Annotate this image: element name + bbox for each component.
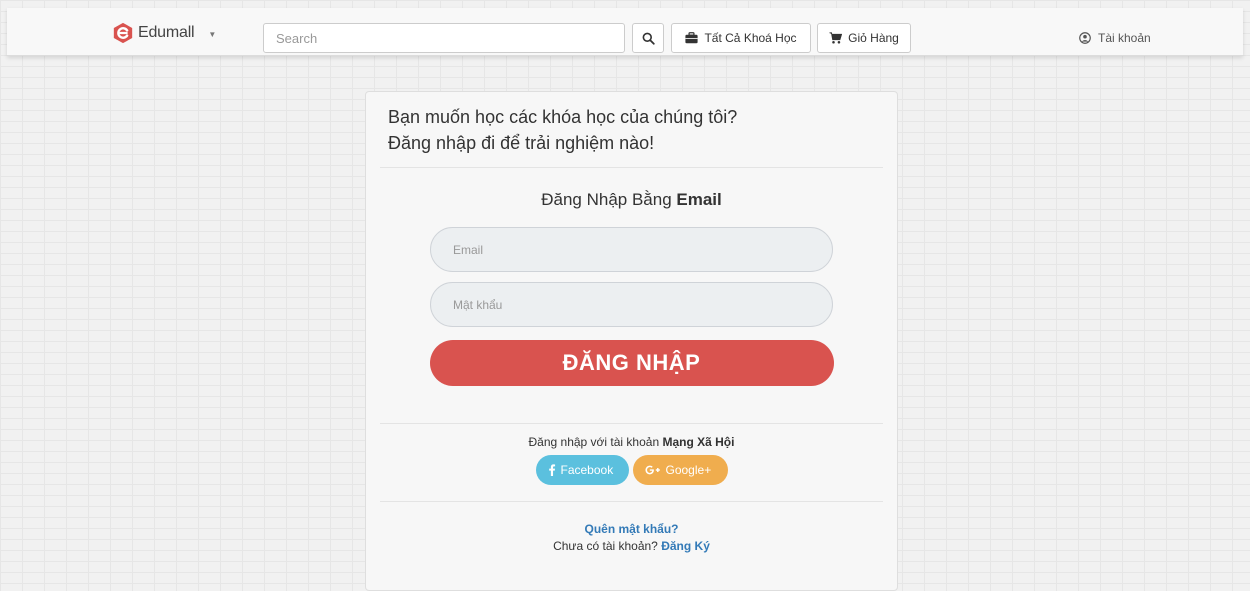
forgot-password-link[interactable]: Quên mật khẩu? bbox=[366, 522, 897, 536]
facebook-icon bbox=[548, 464, 555, 476]
top-navbar: Edumall ▼ Tất Cả Khoá Học Giỏ Hàng bbox=[7, 8, 1243, 56]
brand-menu[interactable]: Edumall ▼ bbox=[112, 21, 216, 45]
google-login-button[interactable]: Google+ bbox=[632, 455, 728, 485]
facebook-label: Facebook bbox=[560, 463, 614, 477]
google-label: Google+ bbox=[665, 463, 712, 477]
login-heading-line1: Bạn muốn học các khóa học của chúng tôi? bbox=[388, 107, 738, 127]
email-login-title-prefix: Đăng Nhập Bằng bbox=[541, 190, 677, 209]
no-account-text: Chưa có tài khoản? bbox=[553, 539, 662, 553]
password-field[interactable] bbox=[430, 282, 833, 327]
search-button[interactable] bbox=[632, 23, 664, 53]
briefcase-icon bbox=[685, 32, 699, 44]
email-field[interactable] bbox=[430, 227, 833, 272]
account-menu[interactable]: Tài khoản bbox=[1079, 23, 1151, 53]
all-courses-label: Tất Cả Khoá Học bbox=[704, 31, 797, 45]
search-input[interactable] bbox=[263, 23, 625, 53]
social-login-buttons: Facebook Google+ bbox=[366, 455, 897, 485]
email-login-title-bold: Email bbox=[676, 190, 722, 209]
facebook-login-button[interactable]: Facebook bbox=[535, 455, 629, 485]
social-login-text: Đăng nhập với tài khoản Mạng Xã Hội bbox=[366, 435, 897, 449]
social-login-text-prefix: Đăng nhập với tài khoản bbox=[528, 435, 663, 449]
login-button[interactable]: ĐĂNG NHẬP bbox=[429, 340, 834, 386]
search-icon bbox=[642, 32, 655, 45]
signup-line: Chưa có tài khoản? Đăng Ký bbox=[366, 539, 897, 553]
login-heading: Bạn muốn học các khóa học của chúng tôi?… bbox=[380, 92, 883, 168]
account-label: Tài khoản bbox=[1098, 31, 1151, 45]
login-heading-line2: Đăng nhập đi để trải nghiệm nào! bbox=[388, 133, 655, 153]
cart-icon bbox=[829, 32, 843, 44]
social-login-text-bold: Mạng Xã Hội bbox=[662, 435, 735, 449]
edumall-logo-icon bbox=[113, 22, 133, 44]
cart-label: Giỏ Hàng bbox=[848, 31, 899, 45]
cart-button[interactable]: Giỏ Hàng bbox=[817, 23, 911, 53]
divider bbox=[380, 423, 883, 424]
divider bbox=[380, 501, 883, 502]
signup-link[interactable]: Đăng Ký bbox=[661, 539, 710, 553]
caret-down-icon: ▼ bbox=[208, 29, 217, 39]
user-circle-icon bbox=[1079, 32, 1091, 44]
brand-name: Edumall bbox=[138, 24, 195, 41]
all-courses-button[interactable]: Tất Cả Khoá Học bbox=[671, 23, 811, 53]
google-plus-icon bbox=[644, 465, 660, 475]
login-panel: Bạn muốn học các khóa học của chúng tôi?… bbox=[365, 91, 898, 591]
email-login-title: Đăng Nhập Bằng Email bbox=[366, 190, 897, 210]
